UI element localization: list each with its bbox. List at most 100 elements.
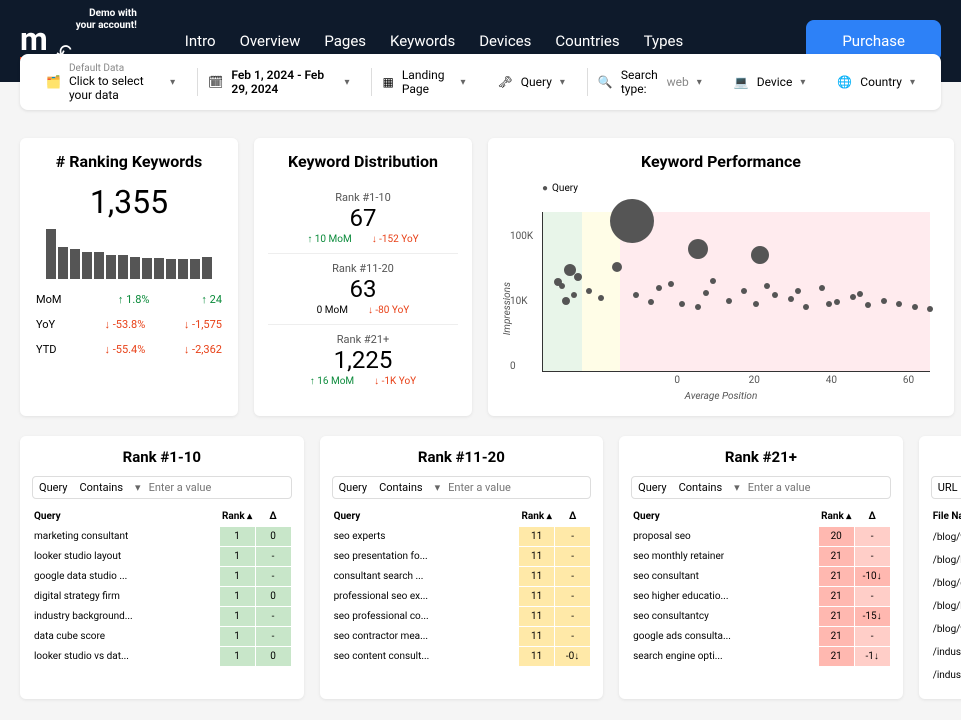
table-row[interactable]: consultant search ...11-	[332, 567, 591, 587]
search-type-filter[interactable]: 🔍 Search type:web ▾	[587, 68, 712, 96]
card-title: Ranking URLs	[931, 448, 961, 466]
data-point[interactable]	[834, 299, 840, 305]
data-point[interactable]	[772, 292, 778, 298]
data-point[interactable]	[703, 290, 709, 296]
data-point[interactable]	[574, 273, 582, 281]
data-point[interactable]	[865, 302, 871, 308]
table-row[interactable]: data cube score1-	[32, 627, 291, 647]
data-point[interactable]	[857, 291, 863, 297]
data-point[interactable]	[598, 295, 604, 301]
data-point[interactable]	[912, 304, 918, 310]
data-point[interactable]	[927, 306, 933, 312]
url-row[interactable]: /industries/higher-education/	[931, 641, 961, 664]
data-point[interactable]	[695, 304, 701, 310]
url-row[interactable]: /industries/saas-seo/	[931, 664, 961, 687]
landing-page-filter[interactable]: ▦ Landing Page ▾	[371, 68, 475, 96]
data-point[interactable]	[586, 288, 592, 294]
table-row[interactable]: marketing consultant10	[32, 527, 291, 547]
data-point[interactable]	[562, 297, 570, 305]
url-row[interactable]: /blog/creating-a-simple-stylish-report-u…	[931, 572, 961, 595]
rank-table-card: Rank #1-10 QueryContains▾ QueryRank ▴Δma…	[20, 436, 304, 699]
data-point[interactable]	[795, 288, 801, 294]
data-point[interactable]	[764, 283, 770, 289]
data-point[interactable]	[896, 301, 902, 307]
stat-row: MoM↑ 1.8%↑ 24	[34, 287, 224, 312]
url-row[interactable]: /blog/what-to-include-in-an-seo-proposal…	[931, 618, 961, 641]
data-point[interactable]	[788, 296, 794, 302]
data-point[interactable]	[753, 301, 759, 307]
data-point[interactable]	[688, 239, 708, 259]
table-row[interactable]: seo consultantcy21-15↓	[631, 607, 890, 627]
data-point[interactable]	[610, 199, 654, 243]
table-row[interactable]: professional seo ex...11-	[332, 587, 591, 607]
table-row[interactable]: seo consultant21-10↓	[631, 567, 890, 587]
data-selector[interactable]: 🗂️ Default DataClick to select your data…	[36, 63, 185, 102]
table-row[interactable]: industry background...1-	[32, 607, 291, 627]
table-row[interactable]: seo higher educatio...21-	[631, 587, 890, 607]
data-point[interactable]	[710, 278, 716, 284]
nav-countries[interactable]: Countries	[555, 32, 619, 50]
chevron-down-icon: ▾	[697, 77, 702, 88]
keyword-distribution-card: Keyword Distribution Rank #1-1067↑ 10 Mo…	[254, 138, 472, 416]
filter-row[interactable]: QueryContains▾	[631, 476, 891, 499]
table-row[interactable]: seo monthly retainer21-	[631, 547, 890, 567]
data-point[interactable]	[881, 298, 887, 304]
y-axis-label: Impressions	[502, 282, 513, 335]
table-row[interactable]: google data studio ...1-	[32, 567, 291, 587]
data-point[interactable]	[826, 301, 832, 307]
data-point[interactable]	[819, 285, 825, 291]
table-row[interactable]: seo content consult...11-0↓	[332, 647, 591, 667]
y-tick: 100K	[510, 231, 533, 242]
filter-row[interactable]: URLContains▾	[931, 476, 961, 499]
calendar-icon: 🗓	[208, 75, 223, 89]
country-filter[interactable]: 🌐 Country ▾	[827, 75, 925, 89]
rank-table: QueryRank ▴Δseo experts11-seo presentati…	[332, 507, 592, 667]
table-row[interactable]: search engine opti...21-1↓	[631, 647, 890, 667]
table-row[interactable]: seo professional co...11-	[332, 607, 591, 627]
table-row[interactable]: looker studio vs dat...10	[32, 647, 291, 667]
nav-intro[interactable]: Intro	[185, 32, 216, 50]
filter-input[interactable]	[149, 481, 289, 494]
table-row[interactable]: proposal seo20-	[631, 527, 890, 547]
card-title: Rank #1-10	[32, 448, 292, 466]
filter-input[interactable]	[748, 481, 888, 494]
url-row[interactable]: /blog/what-does-an-seo-consultant-do/	[931, 526, 961, 549]
data-point[interactable]	[803, 304, 809, 310]
url-row[interactable]: /blog/how-to-find-a-good-seo-consultant/	[931, 595, 961, 618]
data-point[interactable]	[633, 292, 639, 298]
table-row[interactable]: seo contractor mea...11-	[332, 627, 591, 647]
filter-row[interactable]: QueryContains▾	[32, 476, 292, 499]
data-point[interactable]	[741, 288, 747, 294]
nav-pages[interactable]: Pages	[324, 32, 366, 50]
table-row[interactable]: digital strategy firm10	[32, 587, 291, 607]
page-icon: ▦	[382, 75, 393, 89]
table-row[interactable]: seo experts11-	[332, 527, 591, 547]
filter-input[interactable]	[448, 481, 588, 494]
rank-table: QueryRank ▴Δproposal seo20-seo monthly r…	[631, 507, 891, 667]
data-point[interactable]	[668, 281, 674, 287]
data-point[interactable]	[656, 285, 662, 291]
filter-row[interactable]: QueryContains▾	[332, 476, 592, 499]
device-filter[interactable]: 💻 Device ▾	[724, 75, 816, 89]
data-point[interactable]	[571, 292, 577, 298]
data-point[interactable]	[612, 262, 622, 272]
data-point[interactable]	[751, 246, 769, 264]
data-point[interactable]	[679, 301, 685, 307]
card-title: Rank #11-20	[332, 448, 592, 466]
nav-types[interactable]: Types	[644, 32, 684, 50]
nav-devices[interactable]: Devices	[479, 32, 531, 50]
data-point[interactable]	[559, 283, 565, 289]
date-range-selector[interactable]: 🗓 Feb 1, 2024 - Feb 29, 2024 ▾	[197, 68, 359, 96]
table-row[interactable]: seo presentation fo...11-	[332, 547, 591, 567]
table-row[interactable]: looker studio layout1-	[32, 547, 291, 567]
url-row[interactable]: /blog/how-much-does-seo-cost/	[931, 549, 961, 572]
data-point[interactable]	[850, 294, 856, 300]
rank-table: QueryRank ▴Δmarketing consultant10looker…	[32, 507, 292, 667]
scatter-chart[interactable]: Impressions Average Position 02040608010…	[502, 202, 940, 402]
nav-overview[interactable]: Overview	[240, 32, 301, 50]
data-point[interactable]	[648, 299, 654, 305]
data-point[interactable]	[726, 298, 732, 304]
nav-keywords[interactable]: Keywords	[390, 32, 455, 50]
table-row[interactable]: google ads consulta...21-	[631, 627, 890, 647]
query-filter[interactable]: 🗝 Query ▾	[488, 75, 575, 89]
